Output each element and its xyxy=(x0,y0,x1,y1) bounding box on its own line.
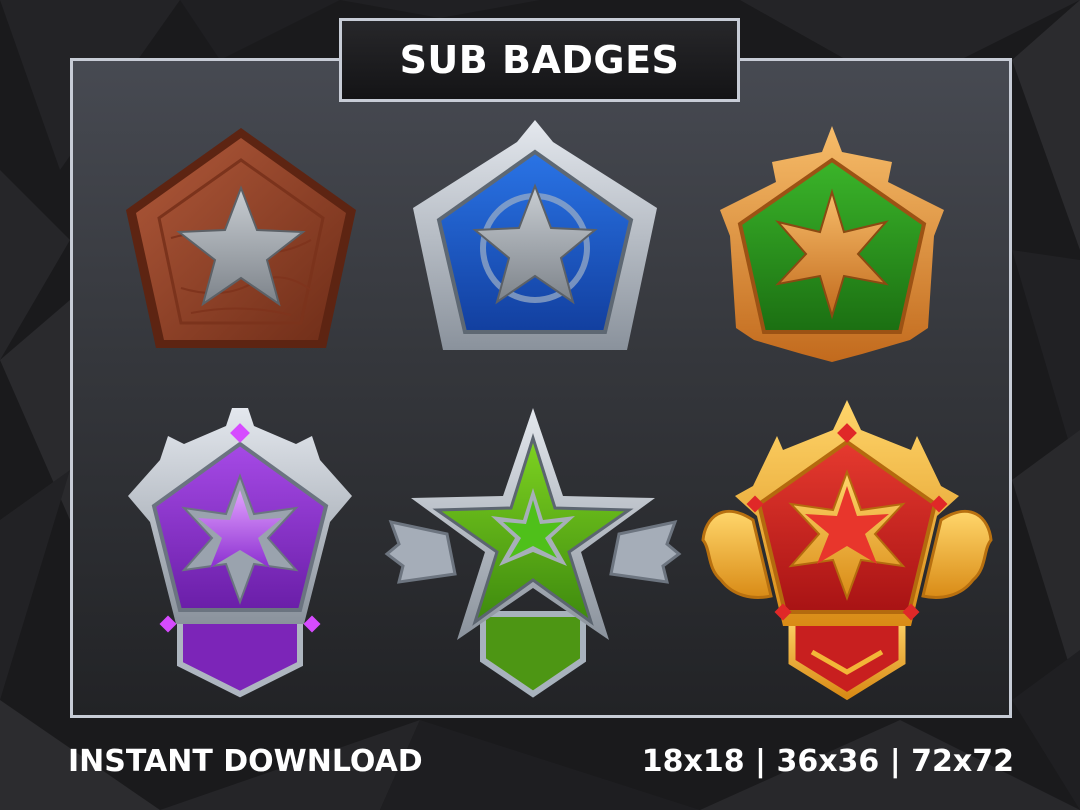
bronze-badge xyxy=(682,118,982,428)
instant-download-label: INSTANT DOWNLOAD xyxy=(68,744,423,779)
wood-badge xyxy=(91,118,391,428)
sizes-label: 18x18 | 36x36 | 72x72 xyxy=(641,744,1014,779)
title-banner: SUB BADGES xyxy=(339,18,740,102)
page-title: SUB BADGES xyxy=(399,38,680,82)
red-gold-winged-badge xyxy=(697,400,997,710)
blue-badge xyxy=(385,118,685,428)
purple-badge xyxy=(90,404,390,714)
lime-winged-badge xyxy=(383,404,683,714)
